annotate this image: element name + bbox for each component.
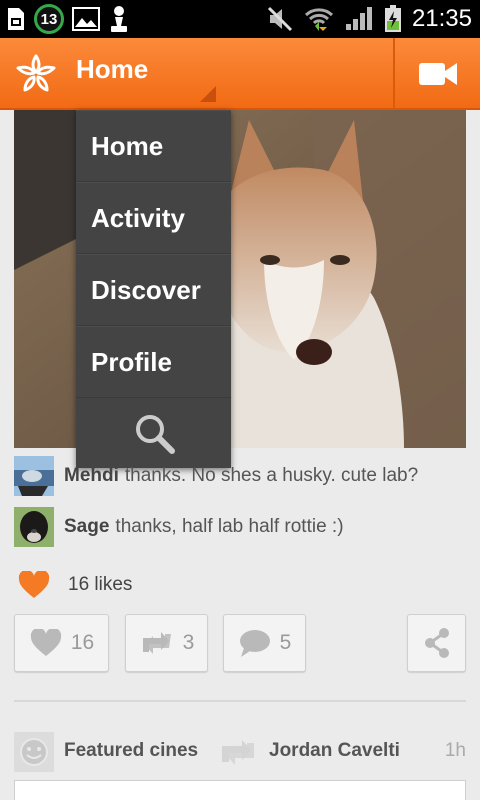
comment-body: thanks. No shes a husky. cute lab?: [124, 465, 419, 486]
action-bar-title[interactable]: Home: [76, 54, 148, 85]
like-count: 16: [70, 631, 95, 654]
repost-icon: [142, 632, 171, 654]
like-button[interactable]: 16: [14, 614, 109, 672]
comment-author[interactable]: Sage: [64, 516, 109, 537]
feed-item-reposter[interactable]: Jordan Cavelti: [269, 740, 400, 762]
comment-body: thanks, half lab half rottie :): [115, 516, 344, 537]
menu-item-profile[interactable]: Profile: [76, 326, 231, 398]
next-post-card[interactable]: [14, 780, 466, 800]
comment-row: Sage thanks, half lab half rottie :): [14, 507, 344, 547]
avatar[interactable]: [14, 507, 54, 547]
comment-text: Sage thanks, half lab half rottie :): [64, 516, 344, 538]
mute-icon: [267, 6, 292, 32]
feed-item-header: Featured cines Jordan Cavelti 1h: [14, 732, 466, 772]
status-bar: 13 21:35: [0, 0, 480, 38]
comment-button[interactable]: 5: [223, 614, 306, 672]
share-button[interactable]: [407, 614, 466, 672]
comment-text: Mehdi thanks. No shes a husky. cute lab?: [64, 465, 418, 487]
status-time: 21:35: [411, 5, 472, 32]
comment-row: Mehdi thanks. No shes a husky. cute lab?: [14, 456, 418, 496]
action-bar: Home: [0, 38, 480, 110]
chess-pawn-icon: [111, 6, 127, 32]
video-camera-button[interactable]: [395, 38, 480, 110]
search-icon: [135, 415, 175, 454]
repost-icon: [222, 740, 254, 765]
viddy-star-logo[interactable]: [14, 52, 58, 96]
likes-count-text: 16 likes: [68, 574, 133, 595]
divider: [14, 700, 466, 702]
heart-outline-icon: [30, 629, 61, 656]
navigation-dropdown-menu: Home Activity Discover Profile: [76, 110, 231, 468]
menu-item-home[interactable]: Home: [76, 110, 231, 182]
share-icon: [424, 628, 449, 658]
notification-count-badge: 13: [34, 4, 64, 34]
speech-bubble-icon: [239, 630, 270, 657]
wifi-icon: [304, 8, 333, 31]
dropdown-caret-icon: [200, 86, 216, 102]
comment-count: 5: [279, 631, 292, 654]
repost-count: 3: [182, 631, 195, 654]
comment-author[interactable]: Mehdi: [64, 465, 119, 486]
feed-item-user[interactable]: Featured cines: [64, 740, 198, 762]
signal-icon: [345, 7, 372, 30]
battery-charging-icon: [384, 5, 401, 32]
gallery-icon: [72, 7, 100, 31]
avatar[interactable]: [14, 456, 54, 496]
featured-avatar-icon[interactable]: [14, 732, 54, 772]
video-camera-icon: [418, 63, 457, 85]
feed-item-time: 1h: [444, 740, 466, 761]
heart-icon: [18, 571, 50, 598]
likes-summary[interactable]: 16 likes: [18, 570, 132, 600]
repost-button[interactable]: 3: [125, 614, 208, 672]
menu-item-activity[interactable]: Activity: [76, 182, 231, 254]
menu-item-discover[interactable]: Discover: [76, 254, 231, 326]
sim-card-icon: [8, 8, 24, 30]
